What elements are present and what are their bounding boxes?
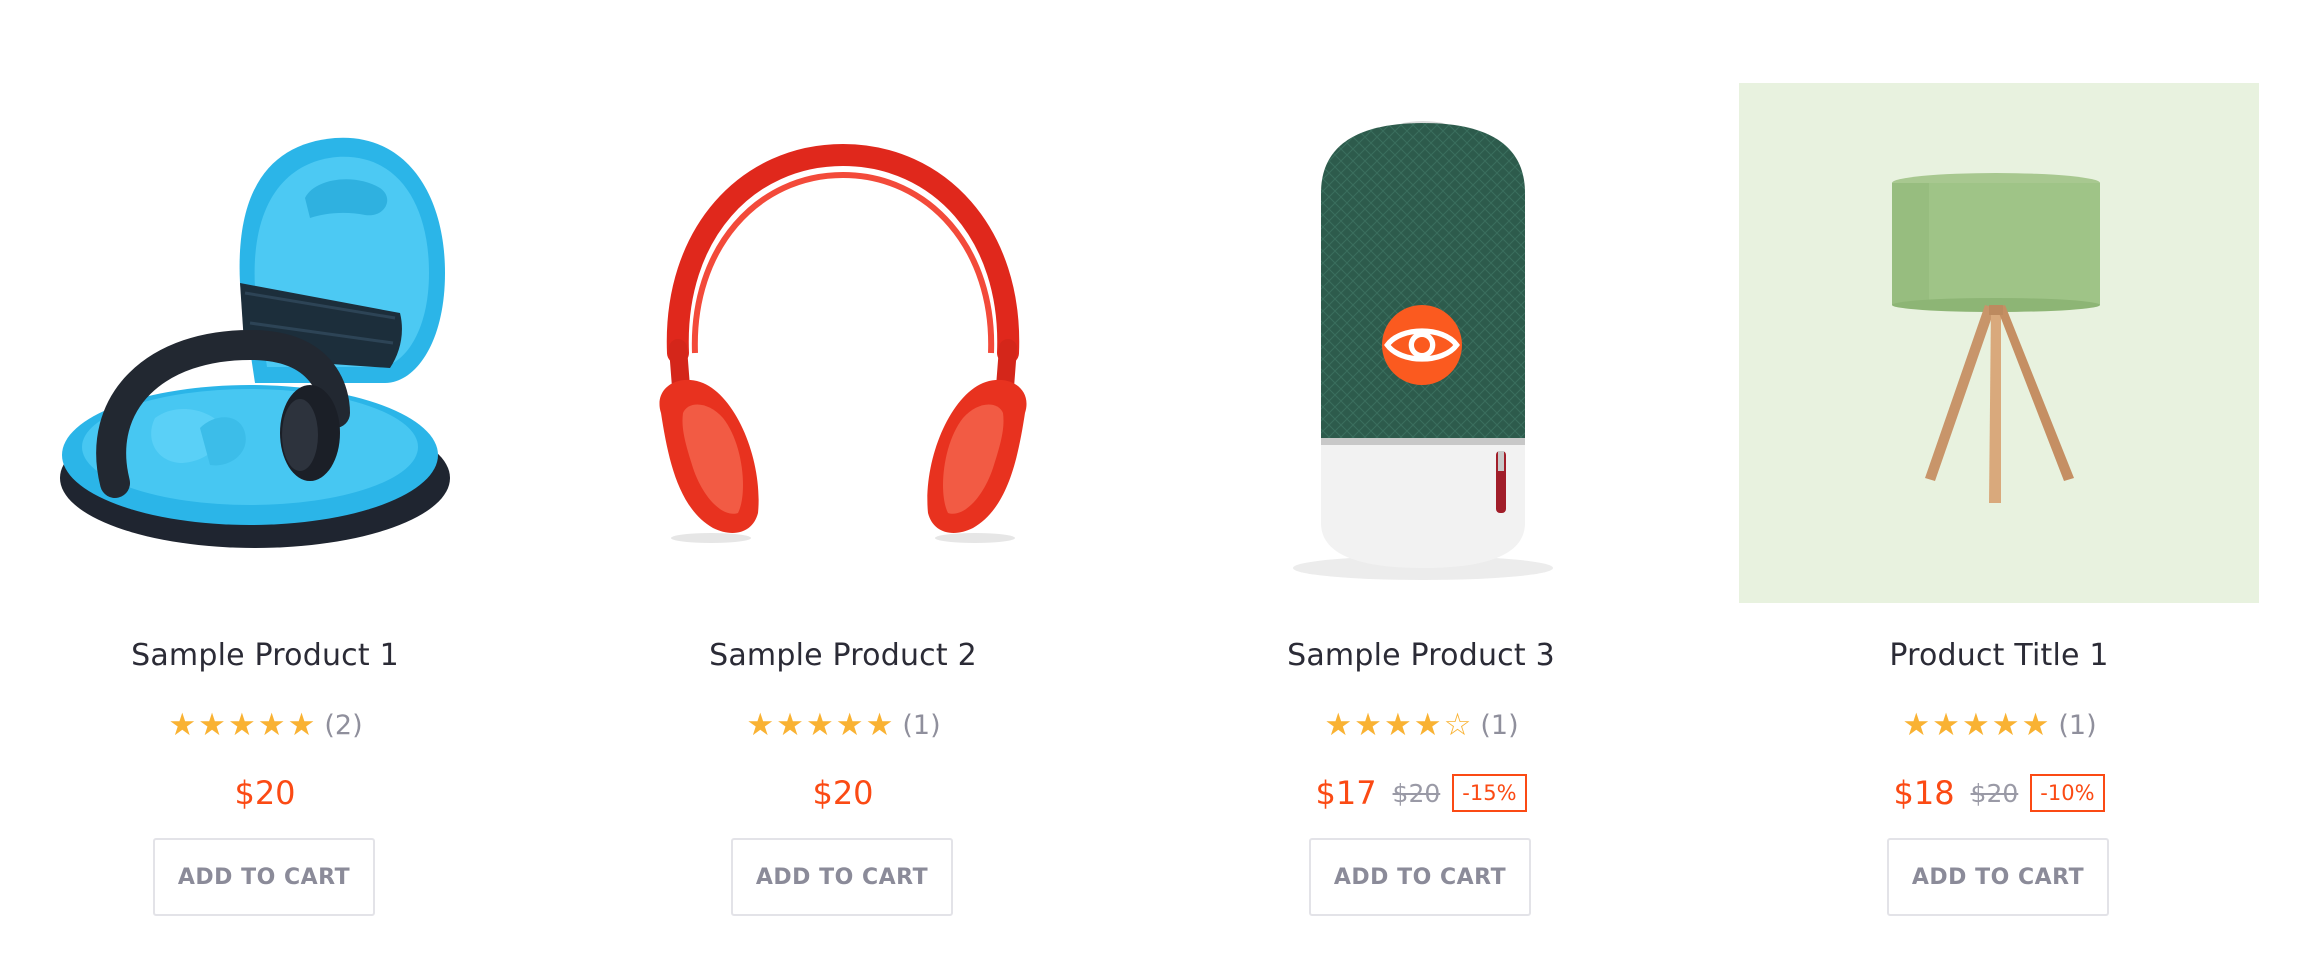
star-filled-icon: ★: [168, 707, 197, 743]
star-filled-icon: ★: [776, 707, 804, 743]
product-title[interactable]: Sample Product 1: [5, 638, 525, 673]
price-row: $20: [5, 771, 525, 815]
product-rating: ★ ★ ★ ★ ☆ (1): [1161, 709, 1681, 741]
product-image-link[interactable]: [583, 83, 1103, 603]
product-rating: ★ ★ ★ ★ ★ (2): [5, 709, 525, 741]
star-filled-icon: ★: [1324, 707, 1353, 743]
star-filled-icon: ★: [1413, 707, 1442, 743]
star-filled-icon: ★: [1991, 707, 2020, 743]
price-row: $17 $20 -15%: [1161, 771, 1681, 815]
original-price: $20: [1392, 778, 1441, 808]
star-filled-icon: ★: [2021, 707, 2050, 743]
discount-badge: -10%: [2030, 774, 2105, 812]
current-price: $18: [1893, 774, 1955, 812]
rating-count: (1): [902, 709, 941, 741]
current-price: $17: [1315, 774, 1377, 812]
star-filled-icon: ★: [805, 707, 834, 743]
product-title[interactable]: Sample Product 2: [583, 638, 1103, 673]
add-to-cart-button[interactable]: ADD TO CART: [153, 838, 375, 916]
product-card: Sample Product 3 ★ ★ ★ ★ ☆ (1) $17 $20 -…: [1161, 83, 1681, 933]
star-filled-icon: ★: [1383, 707, 1412, 743]
product-title[interactable]: Sample Product 3: [1161, 638, 1681, 673]
red-headphones-image: [659, 143, 1027, 543]
eye-icon: [1384, 328, 1460, 362]
star-filled-icon: ★: [1902, 707, 1931, 743]
star-filled-icon: ★: [287, 707, 316, 743]
quick-view-button[interactable]: [1382, 305, 1462, 385]
price-row: $18 $20 -10%: [1739, 771, 2259, 815]
add-to-cart-button[interactable]: ADD TO CART: [1887, 838, 2109, 916]
rating-count: (1): [1480, 709, 1519, 741]
product-card: Sample Product 1 ★ ★ ★ ★ ★ (2) $20 ADD T…: [5, 83, 525, 933]
headphone-case-image: [60, 137, 450, 548]
product-image-link[interactable]: [5, 83, 525, 603]
star-filled-icon: ★: [835, 707, 864, 743]
product-rating: ★ ★ ★ ★ ★ (1): [583, 709, 1103, 741]
rating-count: (1): [2058, 709, 2097, 741]
add-to-cart-button[interactable]: ADD TO CART: [731, 838, 953, 916]
original-price: $20: [1970, 778, 2019, 808]
rating-count: (2): [324, 709, 363, 741]
product-title[interactable]: Product Title 1: [1739, 638, 2259, 673]
product-card: Product Title 1 ★ ★ ★ ★ ★ (1) $18 $20 -1…: [1739, 83, 2259, 933]
product-card: Sample Product 2 ★ ★ ★ ★ ★ (1) $20 ADD T…: [583, 83, 1103, 933]
current-price: $20: [234, 774, 296, 812]
star-filled-icon: ★: [257, 707, 286, 743]
product-grid: Sample Product 1 ★ ★ ★ ★ ★ (2) $20 ADD T…: [0, 83, 2309, 933]
star-empty-icon: ☆: [1443, 707, 1472, 743]
star-filled-icon: ★: [198, 707, 226, 743]
star-filled-icon: ★: [746, 707, 775, 743]
product-rating: ★ ★ ★ ★ ★ (1): [1739, 709, 2259, 741]
tripod-lamp-image: [1892, 173, 2100, 503]
star-filled-icon: ★: [1932, 707, 1960, 743]
add-to-cart-button[interactable]: ADD TO CART: [1309, 838, 1531, 916]
product-image-link[interactable]: [1739, 83, 2259, 603]
star-filled-icon: ★: [865, 707, 894, 743]
discount-badge: -15%: [1452, 774, 1527, 812]
star-filled-icon: ★: [1354, 707, 1382, 743]
star-filled-icon: ★: [227, 707, 256, 743]
product-image-link[interactable]: [1161, 83, 1681, 603]
price-row: $20: [583, 771, 1103, 815]
current-price: $20: [812, 774, 874, 812]
star-filled-icon: ★: [1961, 707, 1990, 743]
